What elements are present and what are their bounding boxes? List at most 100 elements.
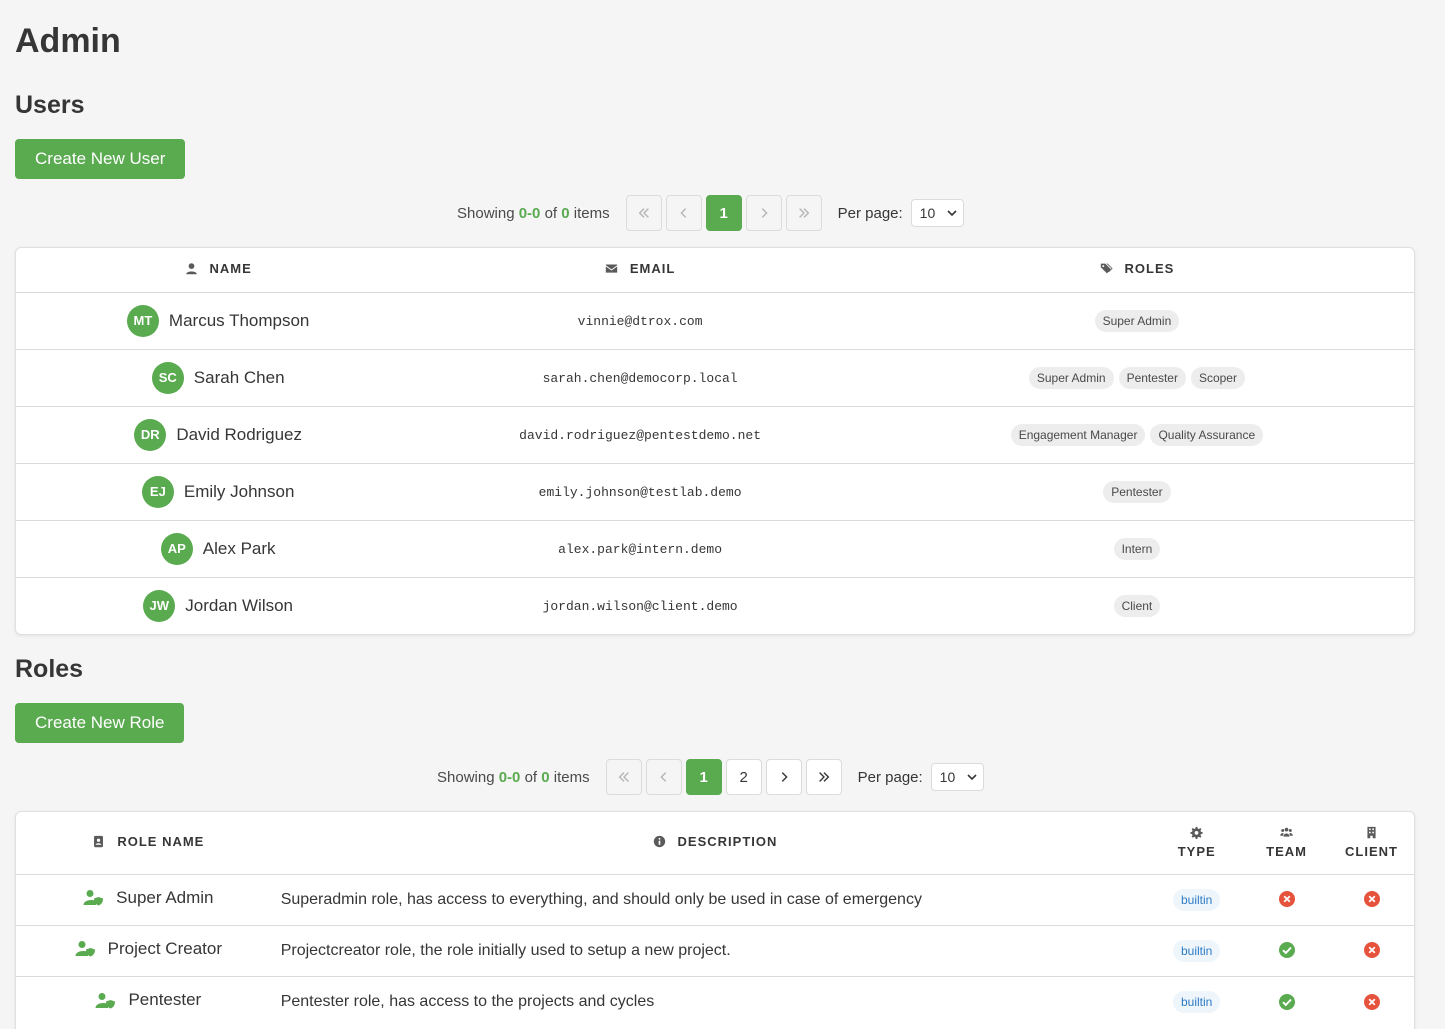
user-email-cell: sarah.chen@democorp.local [420,349,860,407]
user-row[interactable]: JW Jordan Wilson jordan.wilson@client.de… [16,577,1414,634]
role-tag: Super Admin [1028,366,1114,389]
id-badge-icon [94,836,104,848]
info-circle-icon [653,836,665,848]
user-row[interactable]: DR David Rodriguez david.rodriguez@pente… [16,406,1414,464]
role-tag: Scoper [1190,366,1245,389]
user-name-cell: EJ Emily Johnson [16,463,421,521]
role-row[interactable]: Pentester Pentester role, has access to … [16,976,1414,1027]
user-row[interactable]: AP Alex Park alex.park@intern.demo Inter… [16,520,1414,578]
chevron-right-icon [781,772,788,782]
user-email-cell: jordan.wilson@client.demo [420,577,860,634]
roles-first-page-button[interactable] [605,759,642,795]
user-icon [185,263,197,275]
user-name: Alex Park [202,538,276,558]
role-tag: Quality Assurance [1150,423,1264,446]
users-per-page-select[interactable]: 10 [910,199,964,227]
avatar: EJ [141,475,174,508]
roles-per-page-select[interactable]: 10 [930,763,984,791]
role-tag: Client [1113,594,1161,617]
role-type-tag: builtin [1173,888,1221,911]
x-circle-icon [1363,993,1380,1010]
roles-column-type[interactable]: Type [1149,812,1245,875]
page-title: Admin [15,22,121,60]
chevron-down-icon [967,774,977,781]
roles-column-role-name[interactable]: Role Name [16,812,281,875]
role-type-cell: builtin [1149,976,1244,1027]
user-roles-cell: Engagement Manager Quality Assurance [859,406,1414,464]
create-new-user-button[interactable]: Create New User [15,139,186,179]
double-chevron-right-icon [798,208,809,218]
chevron-left-icon [680,208,686,218]
roles-column-team[interactable]: Team [1244,812,1330,875]
check-circle-icon [1278,993,1295,1010]
role-tag: Super Admin [1094,309,1180,332]
user-roles-cell: Client [860,577,1414,634]
user-row[interactable]: SC Sarah Chen sarah.chen@democorp.local … [16,349,1414,407]
user-roles: Super Admin [1094,309,1180,332]
role-row[interactable]: Project Creator Projectcreator role, the… [16,925,1414,977]
double-chevron-right-icon [818,772,829,782]
user-email-cell: david.rodriguez@pentestdemo.net [420,406,860,464]
role-row[interactable]: Super Admin Superadmin role, has access … [16,874,1414,926]
building-icon [1367,827,1376,839]
user-name: David Rodriguez [176,424,302,444]
role-description: Superadmin role, has access to everythin… [280,874,1150,926]
user-shield-icon [75,941,95,957]
user-name-cell: DR David Rodriguez [16,406,421,464]
role-tag: Pentester [1118,366,1186,389]
roles-prev-page-button[interactable] [645,759,682,795]
users-page-1-button[interactable]: 1 [705,195,742,231]
roles-page-1-button[interactable]: 1 [685,759,722,795]
user-row[interactable]: EJ Emily Johnson emily.johnson@testlab.d… [16,463,1414,521]
user-roles: Client [1113,594,1161,617]
roles-column-description[interactable]: Description [280,812,1150,875]
user-roles-cell: Intern [859,520,1414,578]
users-last-page-button[interactable] [785,195,822,231]
role-tag: Pentester [1103,480,1171,503]
user-roles: Pentester [1103,480,1171,503]
roles-per-page-label: Per page: [857,768,923,786]
role-name: Super Admin [116,887,214,907]
user-email: alex.park@intern.demo [558,541,722,557]
role-name: Pentester [128,990,202,1009]
users-group-icon [1280,828,1293,837]
x-circle-icon [1363,891,1380,908]
users-first-page-button[interactable] [625,195,662,231]
users-next-page-button[interactable] [745,195,782,231]
user-roles-cell: Super Admin Pentester Scoper [859,349,1414,407]
roles-showing-text: Showing 0-0 of 0 items [437,768,590,786]
roles-last-page-button[interactable] [805,759,842,795]
users-column-roles[interactable]: Roles [859,248,1414,293]
role-name: Project Creator [107,938,222,958]
users-section-title: Users [15,91,85,119]
users-column-email[interactable]: Email [420,248,860,293]
gear-icon [1190,827,1203,840]
create-new-role-button[interactable]: Create New Role [15,703,185,743]
role-team-cell [1244,925,1330,977]
chevron-right-icon [761,208,768,218]
roles-next-page-button[interactable] [765,759,802,795]
tags-icon [1100,263,1113,274]
roles-page-2-button[interactable]: 2 [725,759,762,795]
role-description: Projectcreator role, the role initially … [280,925,1150,977]
role-description: Pentester role, has access to the projec… [280,992,655,1010]
role-type-tag: builtin [1173,939,1221,962]
users-column-name[interactable]: Name [16,248,421,293]
user-email: vinnie@dtrox.com [577,313,703,329]
user-email-cell: emily.johnson@testlab.demo [420,463,860,521]
users-prev-page-button[interactable] [665,195,702,231]
user-email: jordan.wilson@client.demo [542,598,738,614]
avatar: JW [143,589,176,622]
role-type-tag: builtin [1173,990,1221,1013]
role-name-cell: Super Admin [16,874,281,926]
user-shield-icon [95,992,116,1008]
user-name: Emily Johnson [183,481,295,501]
user-name: Marcus Thompson [168,310,310,330]
user-roles: Engagement Manager Quality Assurance [1010,423,1264,446]
roles-section-title: Roles [15,655,84,683]
user-roles-cell: Super Admin [859,292,1414,350]
roles-column-client[interactable]: Client [1329,812,1414,875]
user-row[interactable]: MT Marcus Thompson vinnie@dtrox.com Supe… [16,292,1414,350]
role-name-cell: Pentester [16,976,281,1027]
role-type-cell: builtin [1149,874,1245,926]
